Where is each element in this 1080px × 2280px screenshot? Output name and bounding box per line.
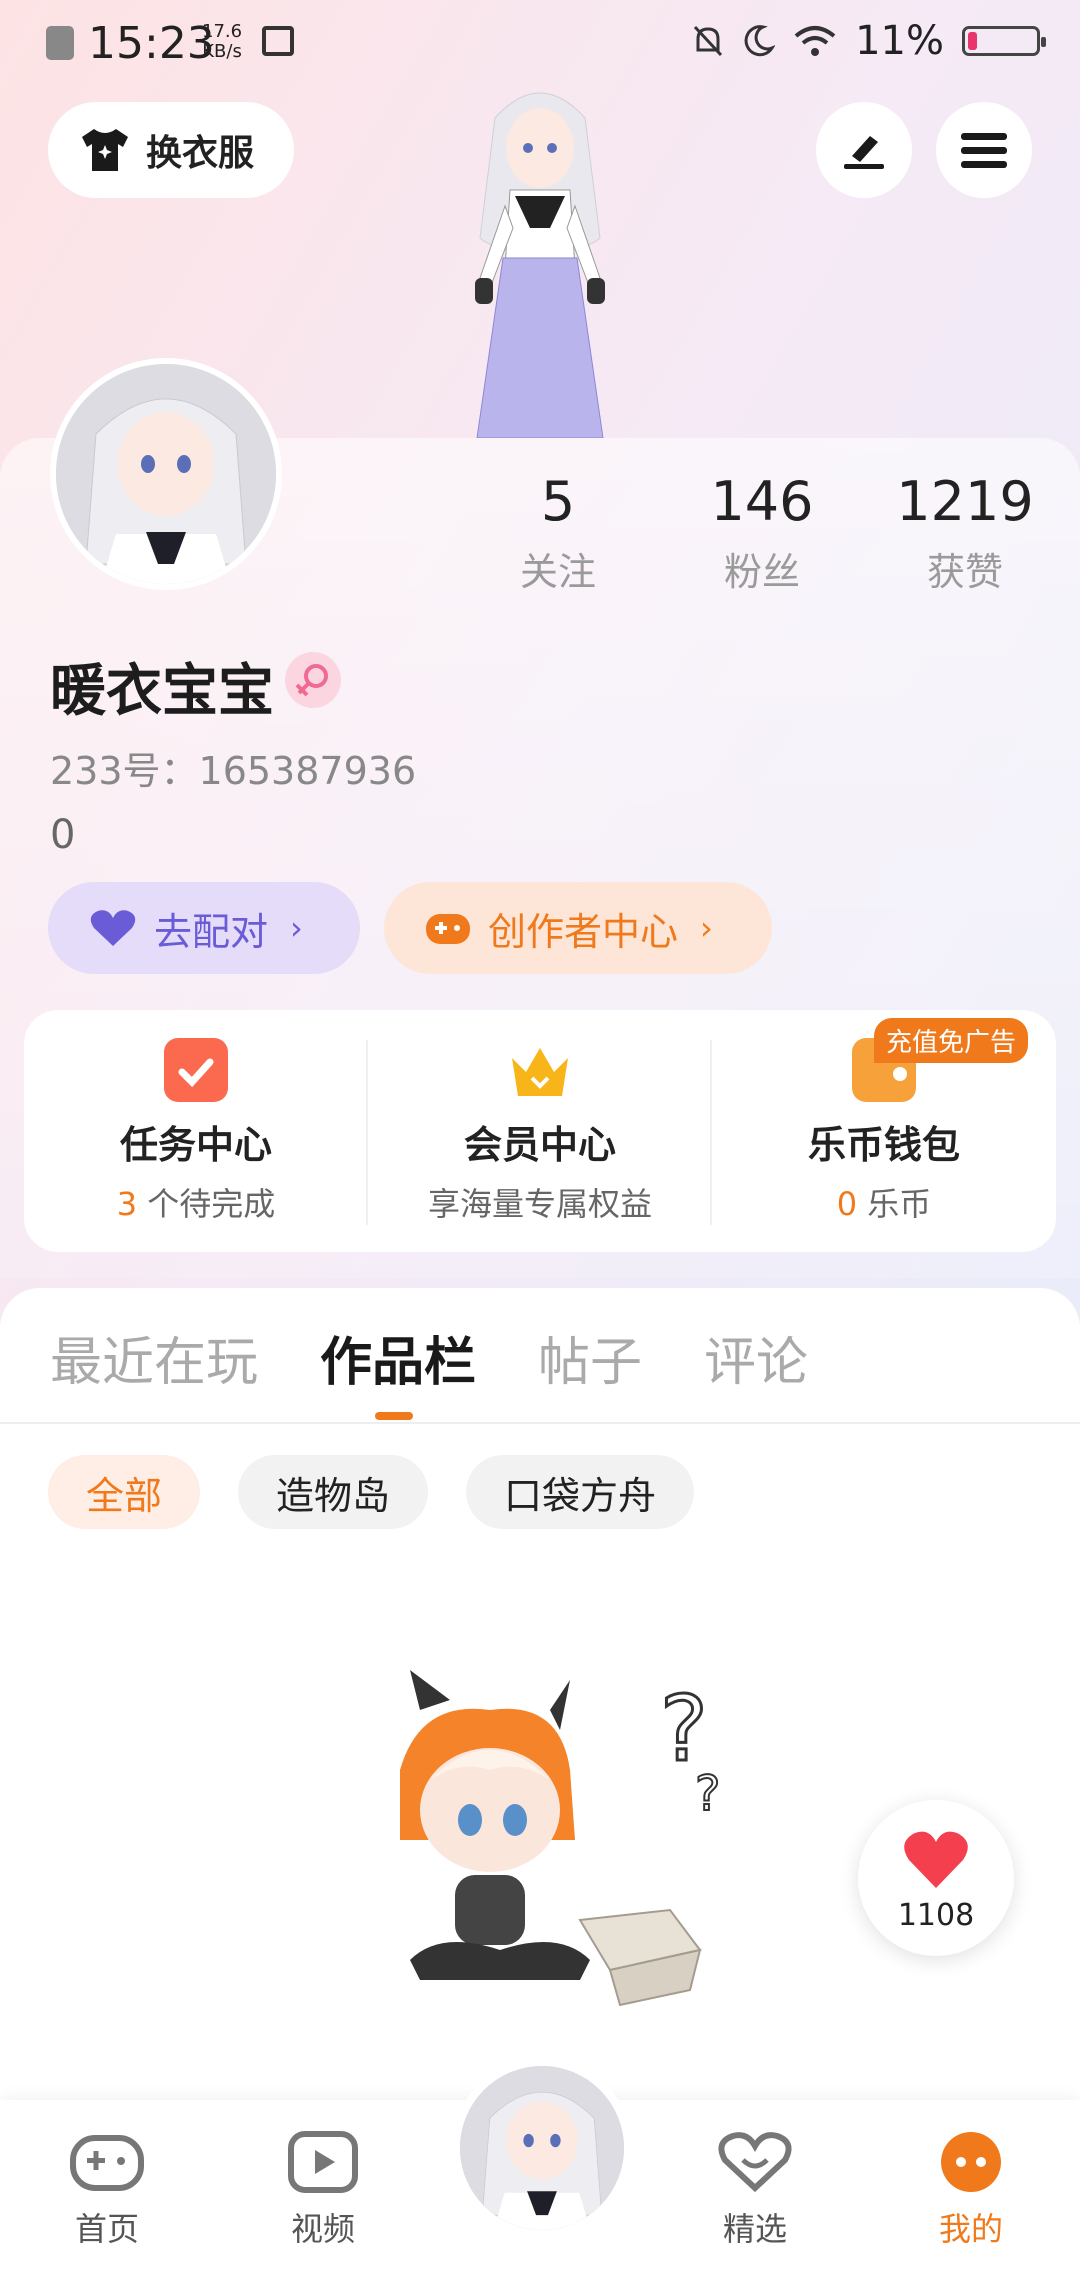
heart-icon — [904, 1831, 968, 1888]
tab-indicator — [375, 1412, 413, 1420]
chevron-right-icon: › — [700, 909, 713, 947]
user-id: 233号：165387936 — [50, 749, 417, 793]
hamburger-icon — [961, 133, 1007, 168]
tabs-divider — [0, 1422, 1080, 1424]
match-label: 去配对 — [154, 909, 269, 954]
following-count: 5 — [540, 470, 576, 533]
play-icon — [288, 2131, 358, 2193]
floating-like-button[interactable]: 1108 — [858, 1800, 1014, 1956]
calendar-check-icon — [164, 1038, 228, 1102]
filter-all[interactable]: 全部 — [48, 1455, 201, 1529]
filter-chips: 全部 造物岛 口袋方舟 — [48, 1455, 695, 1529]
speed-unit: KB/s — [202, 41, 242, 62]
mute-icon — [693, 25, 723, 57]
task-center-title: 任务中心 — [119, 1123, 272, 1167]
speed-value: 17.6 — [202, 21, 243, 42]
nav-me-label: 我的 — [938, 2210, 1003, 2248]
vip-center-sub: 享海量专属权益 — [427, 1185, 652, 1223]
task-center-entry[interactable]: 任务中心 3 个待完成 — [24, 1010, 368, 1252]
svg-text:?: ? — [695, 1766, 720, 1822]
profile-avatar[interactable] — [50, 358, 282, 590]
avatar-3d-figure[interactable] — [425, 78, 655, 438]
tab-works[interactable]: 作品栏 — [320, 1320, 476, 1395]
wallet-sub: 0 乐币 — [836, 1185, 932, 1223]
tab-comments[interactable]: 评论 — [704, 1320, 808, 1395]
avatar-image — [56, 364, 276, 584]
heart-icon — [90, 910, 136, 946]
like-count: 1108 — [897, 1898, 975, 1933]
creator-center-label: 创作者中心 — [488, 909, 679, 954]
profile-tabs: 最近在玩 作品栏 帖子 评论 — [50, 1320, 808, 1395]
following-label: 关注 — [519, 550, 596, 594]
creator-center-button[interactable]: 创作者中心 › — [384, 882, 772, 974]
gamepad-icon — [426, 914, 470, 944]
avatar-image — [460, 2066, 624, 2230]
nav-me[interactable]: 我的 — [896, 2130, 1046, 2250]
nav-home-label: 首页 — [74, 2210, 139, 2248]
vip-center-entry[interactable]: 会员中心 享海量专属权益 — [368, 1010, 712, 1252]
empty-state-illustration: ? ? — [400, 1670, 721, 2007]
status-right: 11% — [691, 18, 1046, 64]
likes-label: 获赞 — [926, 550, 1003, 594]
likes-count: 1219 — [896, 470, 1034, 533]
moon-icon — [744, 25, 776, 57]
change-clothes-label: 换衣服 — [146, 133, 255, 174]
battery-icon — [962, 26, 1046, 56]
wallet-title: 乐币钱包 — [807, 1123, 960, 1167]
tab-recently-played[interactable]: 最近在玩 — [50, 1320, 258, 1395]
nickname: 暖衣宝宝 — [50, 659, 274, 724]
edit-button[interactable] — [816, 102, 912, 198]
status-bar: 15:23 17.6 KB/s 11% — [0, 0, 1080, 90]
nav-video[interactable]: 视频 — [248, 2130, 398, 2250]
fans-count: 146 — [710, 470, 814, 533]
battery-percent: 11% — [855, 18, 944, 64]
nav-featured-label: 精选 — [722, 2210, 787, 2248]
wallet-promo-badge: 充值免广告 — [873, 1018, 1028, 1063]
profile-extra: 0 — [50, 812, 76, 858]
stat-likes[interactable]: 1219 获赞 — [880, 470, 1050, 596]
vip-center-title: 会员中心 — [463, 1123, 616, 1167]
nav-home[interactable]: 首页 — [32, 2130, 182, 2250]
chevron-right-icon: › — [290, 909, 303, 947]
gamepad-icon — [70, 2135, 144, 2191]
sim-icon — [46, 26, 74, 60]
screenshot-icon — [262, 26, 294, 56]
wifi-icon — [794, 26, 836, 56]
heart-outline-icon — [718, 2132, 792, 2193]
match-button[interactable]: 去配对 › — [48, 882, 360, 974]
crown-icon — [512, 1048, 568, 1096]
shirt-icon — [82, 129, 128, 171]
wallet-entry[interactable]: 乐币钱包 0 乐币 充值免广告 — [712, 1010, 1056, 1252]
center-avatar-button[interactable] — [452, 2058, 632, 2238]
status-time: 15:23 — [88, 18, 215, 69]
tab-posts[interactable]: 帖子 — [538, 1320, 642, 1395]
me-icon — [941, 2132, 1001, 2192]
stat-fans[interactable]: 146 粉丝 — [677, 470, 847, 596]
nav-featured[interactable]: 精选 — [680, 2130, 830, 2250]
quick-entries: 任务中心 3 个待完成 会员中心 享海量专属权益 乐币钱包 0 乐币 充值免广告 — [24, 1010, 1056, 1252]
pen-icon — [844, 136, 884, 169]
task-center-sub: 3 个待完成 — [116, 1185, 276, 1223]
female-gender-icon — [285, 652, 341, 708]
change-clothes-button[interactable]: 换衣服 — [48, 102, 294, 198]
stat-following[interactable]: 5 关注 — [473, 470, 643, 596]
filter-creation-island[interactable]: 造物岛 — [238, 1455, 429, 1529]
filter-pocket-ark[interactable]: 口袋方舟 — [466, 1455, 695, 1529]
fans-label: 粉丝 — [723, 550, 800, 594]
nav-video-label: 视频 — [290, 2210, 355, 2248]
menu-button[interactable] — [936, 102, 1032, 198]
network-speed: 17.6 KB/s — [202, 22, 242, 62]
